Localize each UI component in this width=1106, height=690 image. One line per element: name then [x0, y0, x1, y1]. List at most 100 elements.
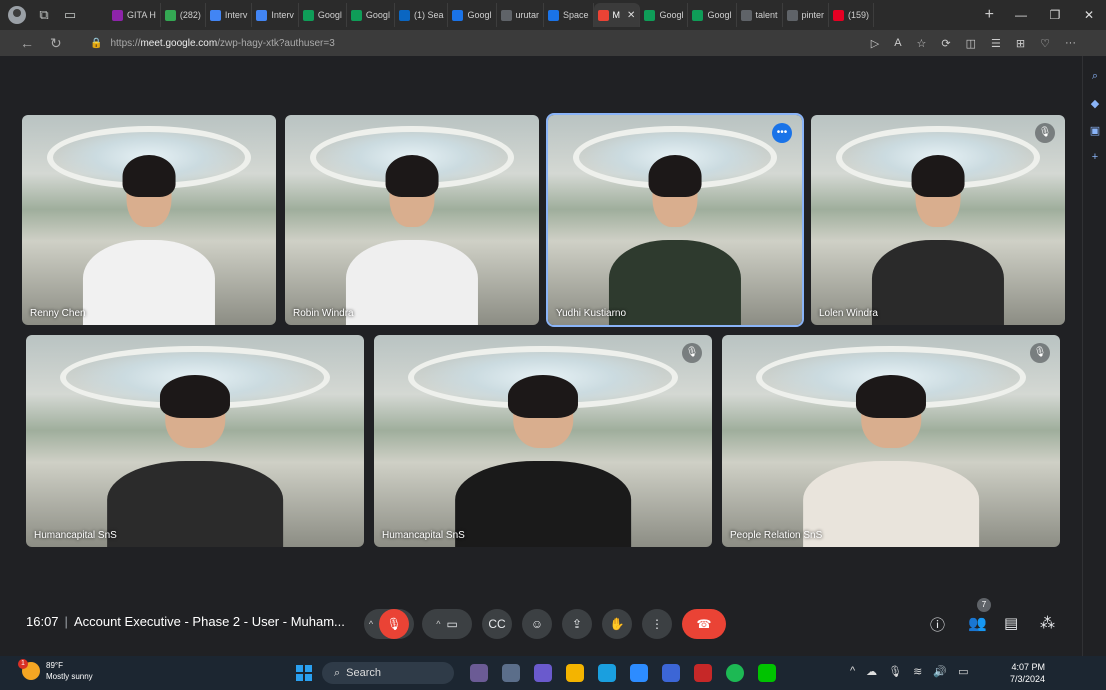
- extensions-icon[interactable]: ⟳: [941, 37, 950, 50]
- browser-tab[interactable]: (282): [161, 3, 206, 27]
- participant-name: Yudhi Kustiarno: [556, 308, 627, 319]
- close-window-icon[interactable]: ✕: [1072, 8, 1106, 22]
- sidebar-search-icon[interactable]: ⌕: [1083, 70, 1106, 83]
- discord-icon[interactable]: [534, 664, 552, 682]
- minimize-icon[interactable]: —: [1004, 8, 1038, 22]
- browser-tab[interactable]: M ✕: [593, 3, 641, 27]
- zoom-icon[interactable]: [662, 664, 680, 682]
- task-view-icon[interactable]: [502, 664, 520, 682]
- tab-favicon-icon: [692, 9, 704, 21]
- mcafee-icon[interactable]: [694, 664, 712, 682]
- collections-icon[interactable]: ⊞: [1016, 37, 1025, 50]
- sun-icon: 1: [18, 659, 40, 680]
- meeting-details-icon[interactable]: ⓘ: [930, 614, 945, 635]
- mic-options-icon[interactable]: ^: [369, 619, 373, 629]
- favorites-icon[interactable]: ☰: [991, 37, 1001, 50]
- meet-stage: Renny Chen Robin Windra Yudhi Kustiarno •••…: [0, 56, 1082, 656]
- camera-button[interactable]: ^ ▭: [422, 609, 472, 639]
- profile-icon[interactable]: [8, 6, 26, 24]
- vertical-dots-icon: ⋮: [651, 617, 663, 631]
- activities-icon[interactable]: ⁂: [1040, 614, 1055, 632]
- participant-tile[interactable]: People Relation SnS 🎙: [722, 335, 1060, 547]
- meeting-controls-bar: 16:07 | Account Executive - Phase 2 - User…: [0, 594, 1082, 652]
- meeting-title: Account Executive - Phase 2 - User - Muh…: [73, 614, 345, 629]
- mic-button[interactable]: ^ 🎙: [364, 609, 414, 639]
- performance-icon[interactable]: ♡: [1040, 37, 1050, 50]
- battery-icon[interactable]: ▭: [958, 665, 968, 678]
- more-options-icon[interactable]: ···: [1065, 37, 1076, 50]
- split-screen-icon[interactable]: ◫: [966, 37, 976, 50]
- tab-actions-icon[interactable]: ▭: [62, 7, 78, 23]
- chevron-up-icon[interactable]: ^: [850, 665, 855, 678]
- mic-off-icon[interactable]: 🎙: [379, 609, 410, 639]
- outlook-icon[interactable]: ▣: [1083, 124, 1106, 137]
- chat-icon[interactable]: ▤: [1004, 614, 1018, 632]
- edge-icon[interactable]: [598, 664, 616, 682]
- leave-call-button[interactable]: ☎: [682, 609, 726, 639]
- tab-label: urutar: [515, 10, 540, 20]
- url-field[interactable]: 🔒 https://meet.google.com/zwp-hagy-xtk?a…: [90, 38, 871, 49]
- browser-tab[interactable]: (159): [829, 3, 875, 27]
- browser-tab[interactable]: Googl: [299, 3, 347, 27]
- restore-icon[interactable]: ❐: [1038, 8, 1072, 22]
- camera-icon[interactable]: ▭: [446, 617, 457, 631]
- participant-tile[interactable]: Yudhi Kustiarno •••: [546, 113, 804, 327]
- participant-name: People Relation SnS: [730, 530, 823, 541]
- workspaces-icon[interactable]: ⧉: [36, 7, 52, 23]
- sidebar-add-icon[interactable]: +: [1083, 151, 1106, 163]
- file-explorer-icon[interactable]: [566, 664, 584, 682]
- store-icon[interactable]: [630, 664, 648, 682]
- start-icon[interactable]: [296, 665, 312, 681]
- participant-name: Humancapital SnS: [34, 530, 117, 541]
- browser-tab[interactable]: Interv: [206, 3, 253, 27]
- windows-taskbar: 1 89°F Mostly sunny ⌕ Search ^ ☁ 🎙 ≋ 🔊 ▭…: [0, 656, 1106, 690]
- close-tab-icon[interactable]: ✕: [627, 10, 635, 21]
- camera-options-icon[interactable]: ^: [436, 619, 440, 629]
- browser-tab[interactable]: Googl: [688, 3, 737, 27]
- browser-tab[interactable]: talent: [737, 3, 783, 27]
- browser-tab[interactable]: Googl: [640, 3, 689, 27]
- taskbar-search[interactable]: ⌕ Search: [322, 662, 454, 684]
- participant-tile[interactable]: Robin Windra: [285, 115, 539, 325]
- tab-label: M: [612, 10, 621, 20]
- participant-tile[interactable]: Renny Chen: [22, 115, 276, 325]
- favorite-star-icon[interactable]: ☆: [917, 37, 927, 50]
- url-text: https://meet.google.com/zwp-hagy-xtk?aut…: [110, 37, 335, 49]
- participant-tile[interactable]: Humancapital SnS: [26, 335, 364, 547]
- present-button[interactable]: ⇪: [562, 609, 592, 639]
- copilot-icon[interactable]: ◆: [1083, 97, 1106, 110]
- browser-tab[interactable]: Space: [544, 3, 594, 27]
- browser-tab[interactable]: Interv: [252, 3, 299, 27]
- captions-button[interactable]: CC: [482, 609, 512, 639]
- app-icon[interactable]: [470, 664, 488, 682]
- more-options-button[interactable]: ⋮: [642, 609, 672, 639]
- line-icon[interactable]: [758, 664, 776, 682]
- browser-tab[interactable]: GITA H: [108, 3, 161, 27]
- people-icon[interactable]: 👥: [968, 614, 987, 632]
- clock-time: 4:07 PM: [1011, 662, 1046, 672]
- wifi-icon[interactable]: ≋: [913, 665, 922, 678]
- back-icon[interactable]: ←: [20, 35, 34, 52]
- volume-icon[interactable]: 🔊: [933, 665, 947, 678]
- browser-tab[interactable]: (1) Sea: [395, 3, 449, 27]
- tab-label: Googl: [467, 10, 492, 20]
- browser-tab[interactable]: Googl: [347, 3, 395, 27]
- browser-tab[interactable]: pinter: [783, 3, 830, 27]
- weather-widget[interactable]: 1 89°F Mostly sunny: [18, 659, 93, 682]
- refresh-icon[interactable]: ↻: [50, 35, 62, 52]
- participant-tile[interactable]: Lolen Windra 🎙: [811, 115, 1065, 325]
- tab-favicon-icon: [548, 9, 560, 21]
- microphone-icon[interactable]: 🎙: [888, 665, 902, 678]
- app-install-icon[interactable]: ▷: [871, 37, 879, 50]
- speaking-indicator-icon: •••: [772, 123, 792, 143]
- browser-tab[interactable]: Googl: [448, 3, 497, 27]
- new-tab-button[interactable]: +: [975, 6, 1004, 24]
- participant-tile[interactable]: Humancapital SnS 🎙: [374, 335, 712, 547]
- raise-hand-button[interactable]: ✋: [602, 609, 632, 639]
- read-aloud-icon[interactable]: A: [894, 37, 901, 50]
- reactions-button[interactable]: ☺: [522, 609, 552, 639]
- cloud-icon[interactable]: ☁: [866, 665, 877, 678]
- taskbar-clock[interactable]: 4:07 PM 7/3/2024: [1010, 661, 1045, 685]
- spotify-icon[interactable]: [726, 664, 744, 682]
- browser-tab[interactable]: urutar: [497, 3, 545, 27]
